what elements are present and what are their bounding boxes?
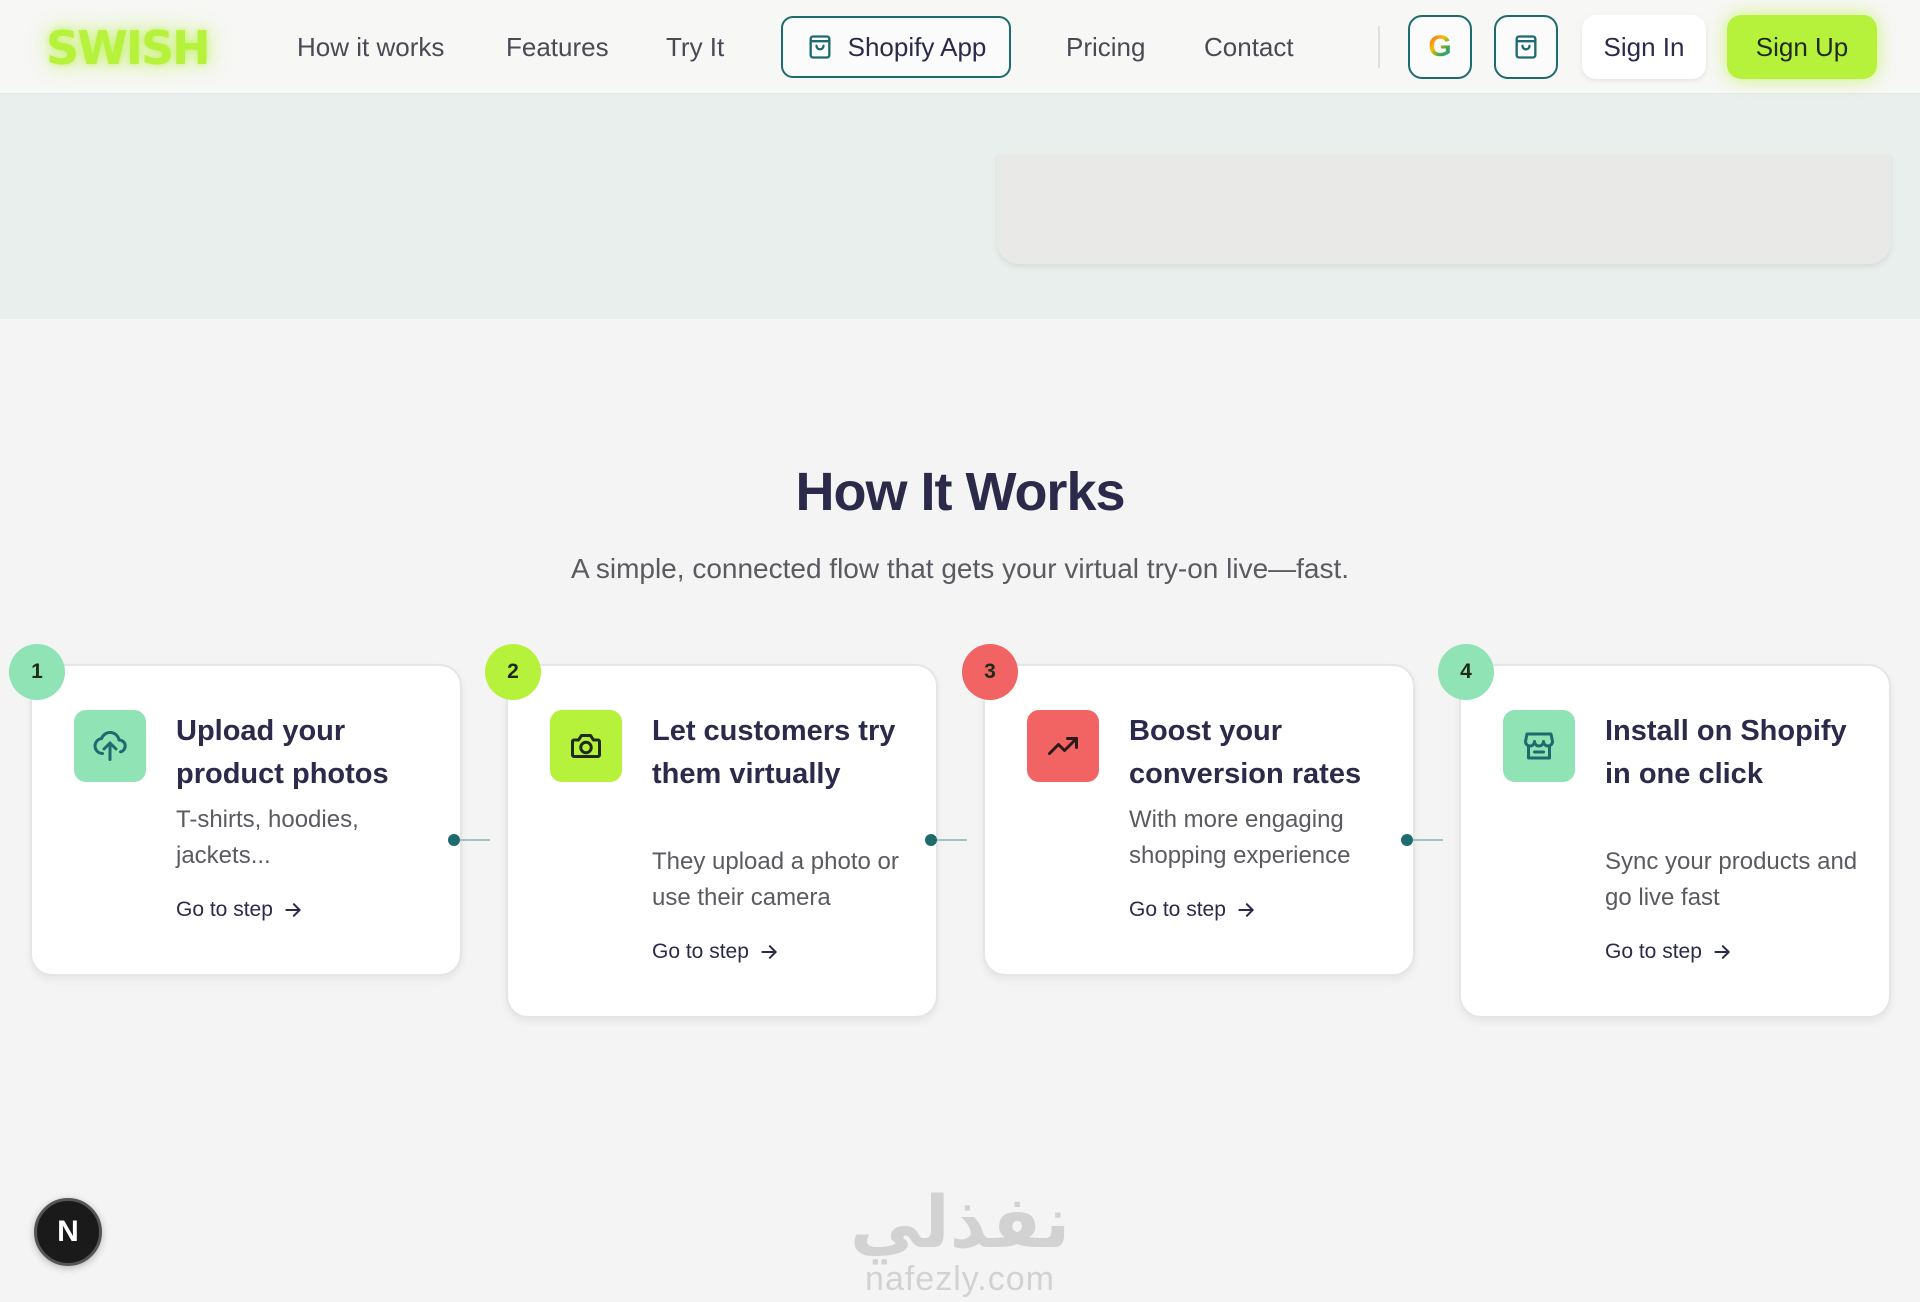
nav-link-contact[interactable]: Contact xyxy=(1204,30,1294,64)
camera-icon xyxy=(571,734,601,758)
step-title: Let customers try them virtually xyxy=(652,715,896,790)
shopping-bag-icon xyxy=(809,35,831,59)
step-icon-box xyxy=(74,710,146,782)
section-title: How It Works xyxy=(795,462,1125,522)
connector-dot xyxy=(1401,834,1413,846)
shopify-app-label: Shopify App xyxy=(847,31,987,62)
nav-link-how-it-works[interactable]: How it works xyxy=(297,30,444,64)
section-subtitle: A simple, connected flow that gets your … xyxy=(570,553,1350,584)
go-to-step-label: Go to step xyxy=(176,898,273,921)
go-to-step-link-4[interactable]: Go to step xyxy=(1605,940,1732,964)
step-number-badge: 3 xyxy=(962,644,1018,700)
connector-dot xyxy=(448,834,460,846)
connector-dot xyxy=(925,834,937,846)
watermark-latin: nafezly.com xyxy=(865,1260,1055,1298)
shopify-app-button[interactable]: Shopify App xyxy=(781,16,1011,78)
hero-card xyxy=(997,154,1891,264)
step-card-2: Let customers try them virtually They up… xyxy=(506,664,938,1018)
step-card-3: Boost your conversion rates With more en… xyxy=(983,664,1415,976)
go-to-step-link-3[interactable]: Go to step xyxy=(1129,898,1256,922)
nav-link-try-it[interactable]: Try It xyxy=(666,30,724,64)
step-number-badge: 2 xyxy=(485,644,541,700)
go-to-step-link-1[interactable]: Go to step xyxy=(176,898,303,922)
nav-link-pricing[interactable]: Pricing xyxy=(1066,30,1145,64)
step-description: With more engaging shopping experience xyxy=(1129,806,1351,869)
step-title: Boost your conversion rates xyxy=(1129,715,1362,790)
dev-tools-button[interactable]: N xyxy=(34,1198,102,1266)
step-icon-box xyxy=(1027,710,1099,782)
step-title: Upload your product photos xyxy=(176,715,389,790)
step-card-4: Install on Shopify in one click Sync you… xyxy=(1459,664,1891,1018)
step-number-badge: 4 xyxy=(1438,644,1494,700)
step-description: They upload a photo or use their camera xyxy=(652,848,899,911)
shopify-icon-button[interactable] xyxy=(1494,15,1558,79)
arrow-right-icon xyxy=(1238,903,1254,917)
shopping-bag-icon xyxy=(1515,35,1537,59)
watermark: نفذلي nafezly.com xyxy=(840,1186,1080,1296)
hero-section xyxy=(0,94,1920,319)
top-navbar: SWISH How it works Features Try It Shopi… xyxy=(0,0,1920,94)
go-to-step-label: Go to step xyxy=(652,940,749,963)
google-signin-button[interactable]: G xyxy=(1408,15,1472,79)
step-card-1: Upload your product photos T-shirts, hoo… xyxy=(30,664,462,976)
arrow-right-icon xyxy=(761,945,777,959)
watermark-arabic: نفذلي xyxy=(849,1180,1071,1264)
logo[interactable]: SWISH xyxy=(46,24,211,72)
upload-cloud-icon xyxy=(93,730,127,761)
trending-up-icon xyxy=(1048,737,1078,755)
step-title: Install on Shopify in one click xyxy=(1605,715,1847,790)
step-description: Sync your products and go live fast xyxy=(1605,848,1858,911)
nav-divider xyxy=(1378,26,1380,68)
step-number-badge: 1 xyxy=(9,644,65,700)
arrow-right-icon xyxy=(285,903,301,917)
sign-in-button[interactable]: Sign In xyxy=(1582,15,1706,79)
step-description: T-shirts, hoodies, jackets... xyxy=(176,806,359,869)
step-icon-box xyxy=(1503,710,1575,782)
google-icon: G xyxy=(1428,30,1452,63)
nav-link-features[interactable]: Features xyxy=(506,30,609,64)
arrow-right-icon xyxy=(1714,945,1730,959)
sign-up-button[interactable]: Sign Up xyxy=(1727,15,1877,79)
go-to-step-label: Go to step xyxy=(1605,940,1702,963)
store-icon xyxy=(1524,732,1554,760)
step-icon-box xyxy=(550,710,622,782)
go-to-step-link-2[interactable]: Go to step xyxy=(652,940,779,964)
go-to-step-label: Go to step xyxy=(1129,898,1226,921)
